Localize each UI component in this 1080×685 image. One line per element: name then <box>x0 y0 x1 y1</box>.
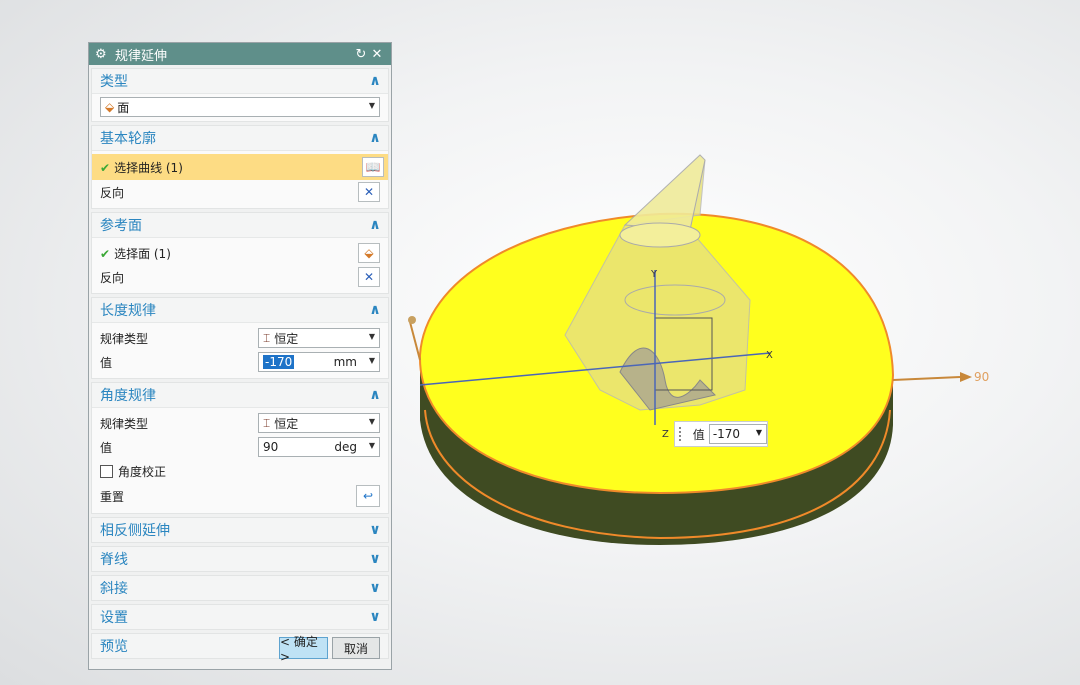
reset-row: 重置 ↩ <box>100 483 380 509</box>
dialog-title: 规律延伸 <box>115 48 168 64</box>
chevron-down-icon: ▼ <box>368 101 375 110</box>
left-handle[interactable] <box>408 316 416 324</box>
chevron-up-icon: ∧ <box>369 217 381 233</box>
angle-value-input[interactable]: 90 deg ▼ <box>258 437 380 457</box>
angle-law-type-row: 规律类型 ⌶ 恒定 ▼ <box>100 411 380 435</box>
chevron-up-icon: ∧ <box>369 130 381 146</box>
left-handle-line <box>409 321 421 361</box>
chevron-down-icon: ▼ <box>368 417 375 426</box>
y-axis-label: Y <box>650 269 658 280</box>
gear-icon: ⚙ <box>95 46 107 62</box>
angle-readout: 90 <box>974 370 989 384</box>
cylinder-top <box>619 222 701 248</box>
x-axis-label: X <box>766 350 773 361</box>
type-select[interactable]: ⬙ 面 ▼ <box>100 97 380 117</box>
chevron-up-icon: ∧ <box>369 302 381 318</box>
reset-dialog-icon[interactable]: ↻ <box>353 47 369 62</box>
opposite-side-section[interactable]: 相反侧延伸 ∨ <box>91 517 389 543</box>
type-section-header[interactable]: 类型 ∧ <box>92 69 388 94</box>
length-law-type-select[interactable]: ⌶ 恒定 ▼ <box>258 328 380 348</box>
base-reverse-row: 反向 ✕ <box>100 180 380 204</box>
ok-button[interactable]: < 确定 > <box>279 635 328 664</box>
spine-section[interactable]: 脊线 ∨ <box>91 546 389 572</box>
reference-face-header[interactable]: 参考面 ∧ <box>92 213 388 238</box>
chevron-down-icon: ∨ <box>369 522 381 538</box>
chevron-down-icon: ∨ <box>369 551 381 567</box>
chevron-down-icon: ▼ <box>368 441 375 450</box>
reset-icon[interactable]: ↩ <box>356 485 380 507</box>
angle-value-row: 值 90 deg ▼ <box>100 435 380 459</box>
chevron-down-icon: ▼ <box>368 356 375 365</box>
face-reverse-row: 反向 ✕ <box>100 265 380 289</box>
reference-face-section: 参考面 ∧ ✔ 选择面 (1) ⬙ 反向 ✕ <box>91 212 389 294</box>
chevron-down-icon: ▼ <box>368 332 375 341</box>
dialog-title-bar: ⚙ 规律延伸 ↻ ✕ <box>89 43 391 65</box>
length-value-row: 值 -170 mm ▼ <box>100 350 380 374</box>
check-icon: ✔ <box>100 246 111 261</box>
reverse-direction-icon[interactable]: ✕ <box>358 182 380 202</box>
reverse-direction-icon[interactable]: ✕ <box>358 267 380 287</box>
dialog-footer: < 确定 > 取消 <box>89 635 391 664</box>
angle-handle-arrow[interactable] <box>960 372 972 382</box>
drag-grip[interactable] <box>679 427 687 441</box>
z-axis-label: Z <box>662 429 669 440</box>
law-extension-dialog: ⚙ 规律延伸 ↻ ✕ 类型 ∧ ⬙ 面 ▼ 基本轮廓 ∧ ✔ 选择曲线 (1) 📖 <box>88 42 392 670</box>
face-type-icon: ⬙ <box>105 100 115 114</box>
select-face-row[interactable]: ✔ 选择面 (1) ⬙ <box>100 241 380 265</box>
angle-law-header[interactable]: 角度规律 ∧ <box>92 383 388 408</box>
angle-correction-row[interactable]: 角度校正 <box>100 459 380 483</box>
length-law-type-row: 规律类型 ⌶ 恒定 ▼ <box>100 326 380 350</box>
chevron-down-icon: ∨ <box>369 609 381 625</box>
length-value-input[interactable]: -170 mm ▼ <box>258 352 380 372</box>
constant-law-icon: ⌶ <box>263 330 271 345</box>
chevron-down-icon: ▼ <box>755 428 762 437</box>
onscreen-value-input: 值 -170 ▼ <box>674 421 768 447</box>
chevron-up-icon: ∧ <box>369 73 381 89</box>
onscreen-value-field[interactable]: -170 ▼ <box>708 424 767 444</box>
check-icon: ✔ <box>100 160 111 175</box>
length-law-section: 长度规律 ∧ 规律类型 ⌶ 恒定 ▼ 值 -170 mm ▼ <box>91 297 389 379</box>
chevron-up-icon: ∧ <box>369 387 381 403</box>
select-curve-button[interactable]: 📖 <box>362 157 384 177</box>
type-section: 类型 ∧ ⬙ 面 ▼ <box>91 68 389 122</box>
angle-law-type-select[interactable]: ⌶ 恒定 ▼ <box>258 413 380 433</box>
angle-correction-checkbox[interactable] <box>100 464 113 478</box>
angle-law-section: 角度规律 ∧ 规律类型 ⌶ 恒定 ▼ 值 90 deg ▼ 角度校正 重置 ↩ <box>91 382 389 514</box>
length-law-header[interactable]: 长度规律 ∧ <box>92 298 388 323</box>
close-icon[interactable]: ✕ <box>369 47 385 62</box>
base-profile-section: 基本轮廓 ∧ ✔ 选择曲线 (1) 📖 反向 ✕ <box>91 125 389 209</box>
settings-section[interactable]: 设置 ∨ <box>91 604 389 630</box>
select-curve-row[interactable]: ✔ 选择曲线 (1) 📖 <box>92 154 388 180</box>
angle-handle-line <box>892 376 961 381</box>
base-profile-header[interactable]: 基本轮廓 ∧ <box>92 126 388 151</box>
miter-section[interactable]: 斜接 ∨ <box>91 575 389 601</box>
cancel-button[interactable]: 取消 <box>332 637 380 659</box>
chevron-down-icon: ∨ <box>369 580 381 596</box>
select-face-button[interactable]: ⬙ <box>358 243 380 263</box>
constant-law-icon: ⌶ <box>263 415 271 430</box>
